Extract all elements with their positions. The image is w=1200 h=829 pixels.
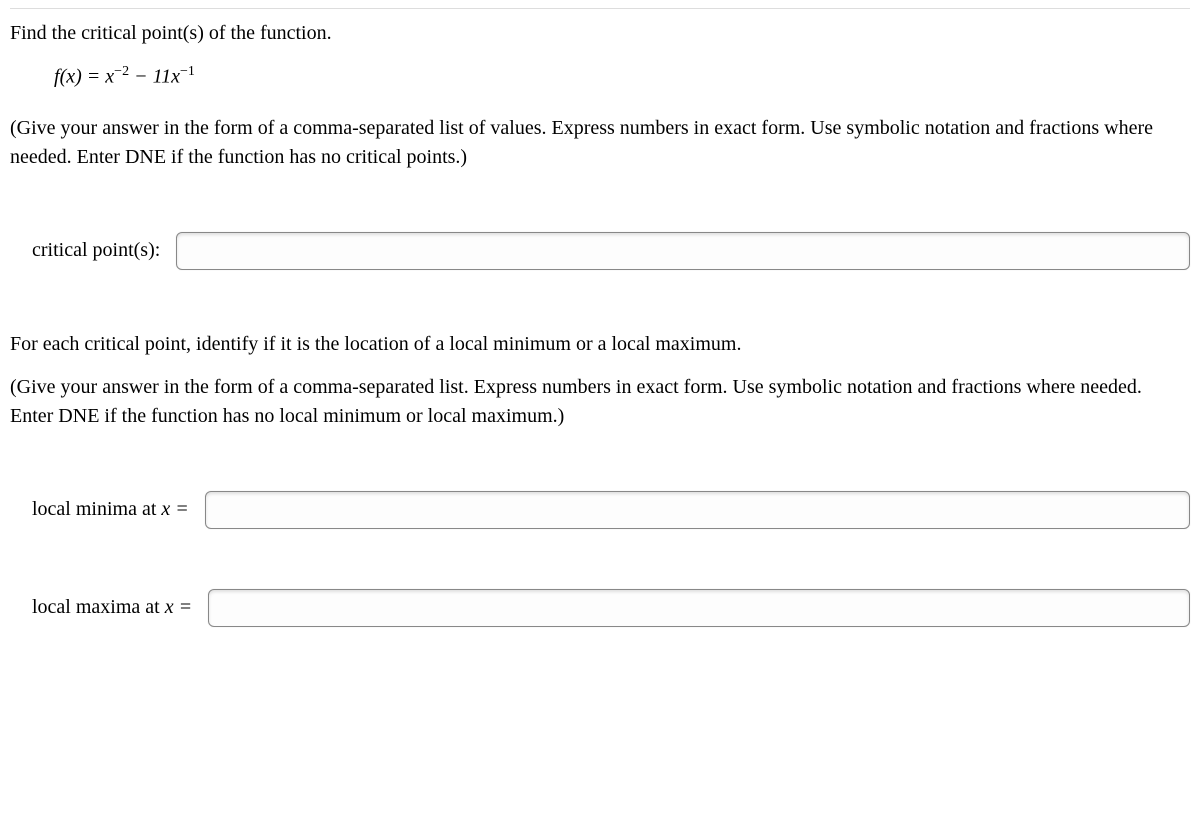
local-minima-input[interactable] — [205, 491, 1190, 529]
local-minima-row: local minima at x = — [32, 491, 1190, 529]
question-prompt: Find the critical point(s) of the functi… — [10, 19, 1190, 48]
x-equals-text: x = — [165, 596, 192, 618]
divider — [10, 8, 1190, 9]
function-equation: f(x) = x−2 − 11x−1 — [54, 62, 1190, 92]
local-maxima-row: local maxima at x = — [32, 589, 1190, 627]
critical-points-row: critical point(s): — [32, 232, 1190, 270]
x-equals-text: x = — [161, 498, 188, 520]
answer-instructions-1: (Give your answer in the form of a comma… — [10, 114, 1190, 172]
critical-points-input[interactable] — [176, 232, 1190, 270]
local-maxima-input[interactable] — [208, 589, 1190, 627]
local-minima-label: local minima at x = — [32, 495, 189, 524]
local-maxima-label: local maxima at x = — [32, 593, 192, 622]
identify-extrema-prompt: For each critical point, identify if it … — [10, 330, 1190, 359]
local-maxima-label-text: local maxima at — [32, 596, 165, 618]
answer-instructions-2: (Give your answer in the form of a comma… — [10, 373, 1190, 431]
critical-points-label: critical point(s): — [32, 236, 160, 265]
local-minima-label-text: local minima at — [32, 498, 161, 520]
